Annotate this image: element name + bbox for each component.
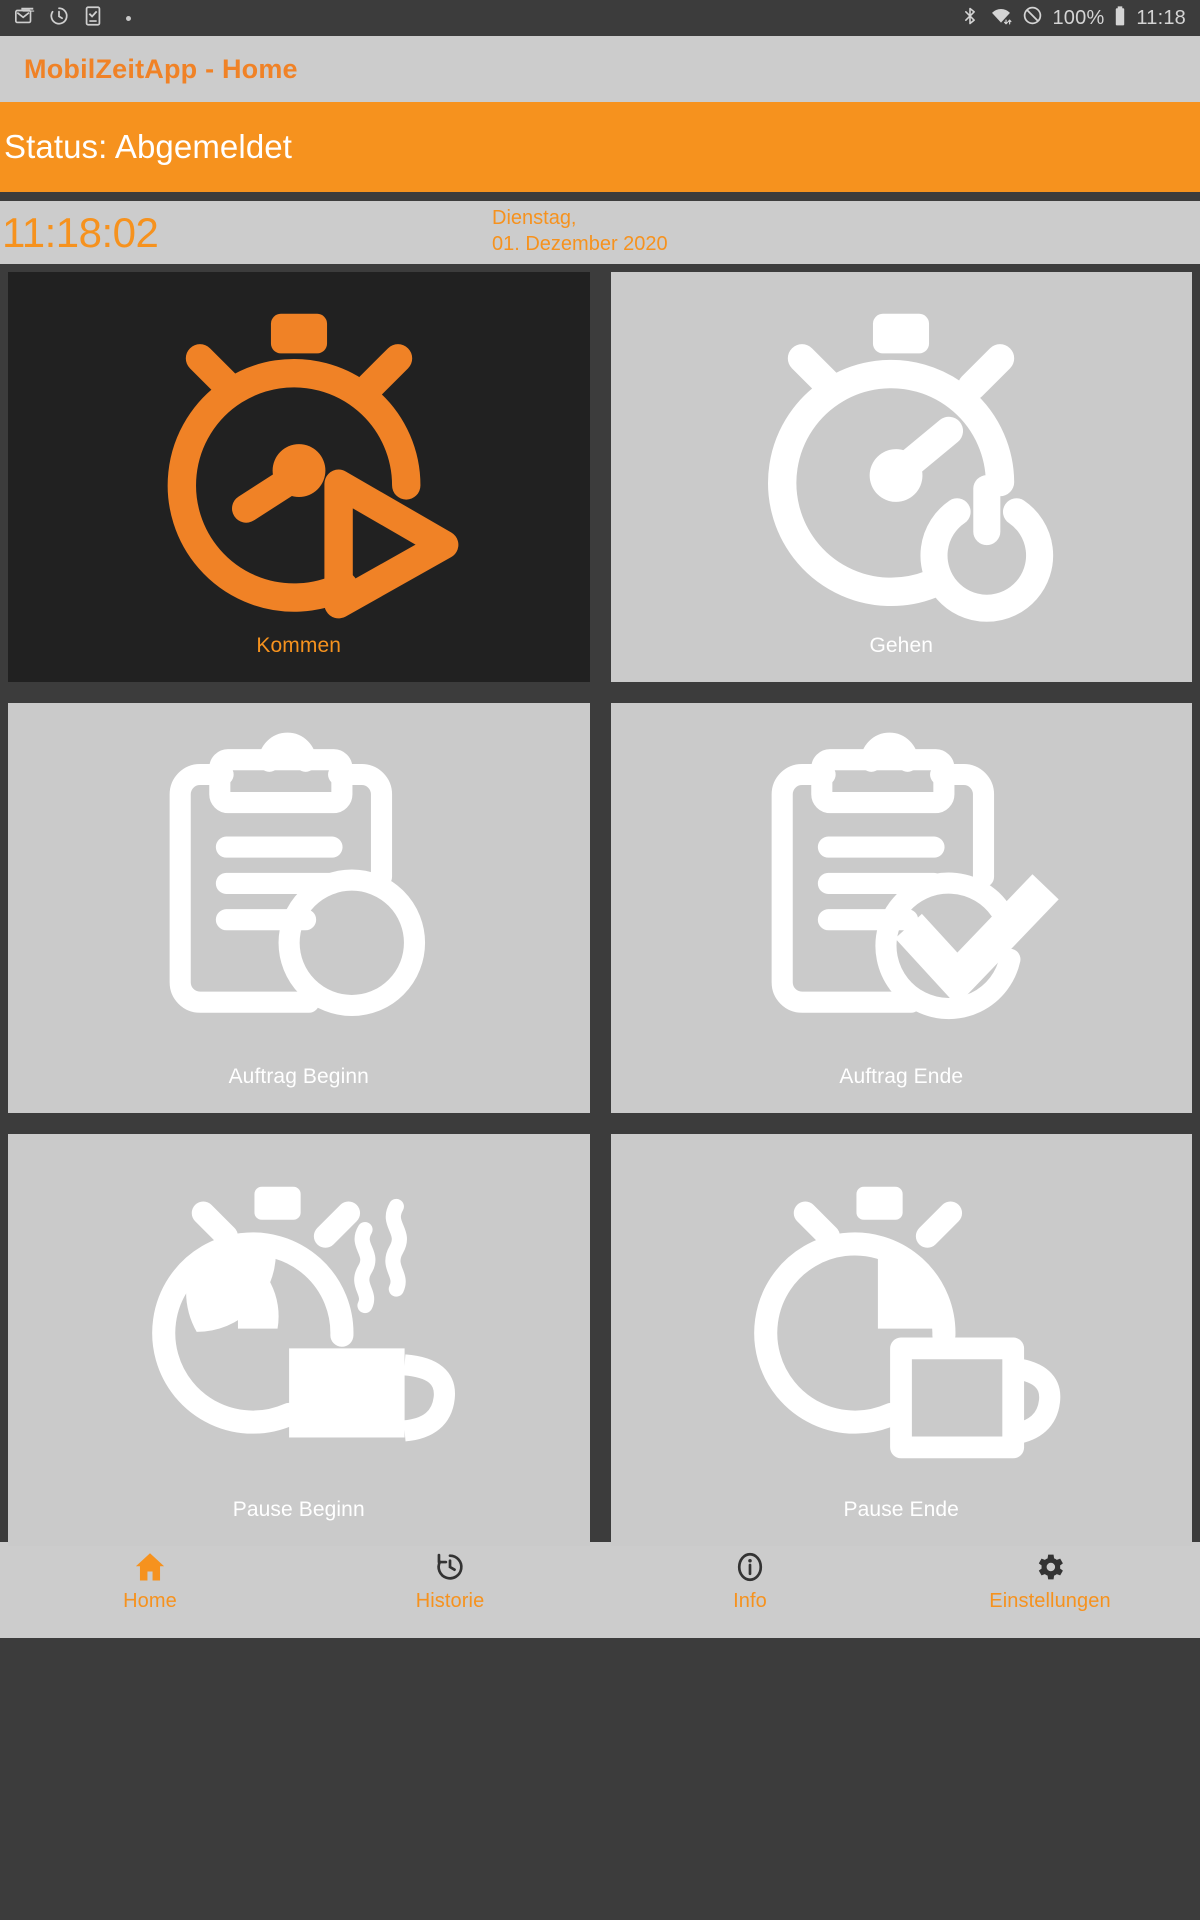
- tile-label: Pause Beginn: [232, 1498, 365, 1521]
- banner-divider: [0, 192, 1200, 201]
- nav-item-label: Info: [733, 1590, 767, 1612]
- tile-label: Auftrag Ende: [839, 1065, 964, 1088]
- notification-dot-icon: [126, 15, 131, 21]
- status-bar-right-icons: 100% 11:18: [960, 5, 1186, 32]
- page-title: MobilZeitApp - Home: [24, 53, 298, 84]
- current-date: Dienstag, 01. Dezember 2020: [492, 205, 668, 258]
- tile-auftrag-beginn[interactable]: Auftrag Beginn: [8, 703, 590, 1113]
- current-date-value: 01. Dezember 2020: [492, 233, 668, 256]
- nav-item-home[interactable]: Home: [0, 1548, 300, 1613]
- tile-pause-ende[interactable]: Pause Ende: [610, 1134, 1193, 1546]
- nav-item-info[interactable]: Info: [600, 1548, 900, 1613]
- current-weekday: Dienstag,: [492, 207, 577, 229]
- wifi-icon: [989, 5, 1013, 32]
- tile-label: Gehen: [869, 634, 934, 657]
- clock-empty-cup-icon: [611, 1134, 1193, 1498]
- battery-icon: [1113, 5, 1127, 32]
- clock-history-icon: [48, 5, 70, 32]
- mail-icon: [14, 5, 36, 32]
- tile-pause-beginn[interactable]: Pause Beginn: [8, 1134, 590, 1546]
- nav-item-label: Einstellungen: [989, 1590, 1111, 1612]
- battery-percent-label: 100%: [1052, 6, 1105, 29]
- alarm-clock-play-icon: [8, 272, 590, 634]
- action-tile-grid: Kommen Gehen Auftrag Beginn Auftrag Ende…: [0, 264, 1200, 1546]
- clock-hot-coffee-icon: [8, 1134, 590, 1498]
- tile-auftrag-ende[interactable]: Auftrag Ende: [610, 703, 1193, 1113]
- task-checkbox-icon: [82, 5, 104, 32]
- history-icon: [433, 1548, 467, 1586]
- app-title-bar: MobilZeitApp - Home: [0, 36, 1200, 102]
- gear-icon: [1033, 1548, 1067, 1586]
- nav-item-einstellungen[interactable]: Einstellungen: [900, 1548, 1200, 1613]
- clipboard-check-icon: [611, 703, 1193, 1065]
- nav-item-label: Home: [123, 1590, 177, 1612]
- tile-label: Auftrag Beginn: [228, 1065, 369, 1088]
- system-clock-label: 11:18: [1136, 6, 1186, 29]
- do-not-disturb-icon: [1022, 5, 1043, 31]
- home-icon: [132, 1548, 168, 1586]
- current-time: 11:18:02: [2, 208, 159, 256]
- clock-row: 11:18:02 Dienstag, 01. Dezember 2020: [0, 201, 1200, 264]
- tile-label: Pause Ende: [843, 1498, 959, 1521]
- status-text: Status: Abgemeldet: [4, 128, 292, 165]
- clipboard-circle-icon: [8, 703, 590, 1065]
- alarm-clock-power-icon: [611, 272, 1193, 634]
- nav-item-label: Historie: [415, 1590, 485, 1612]
- tile-kommen[interactable]: Kommen: [8, 272, 590, 682]
- nav-item-historie[interactable]: Historie: [300, 1548, 600, 1613]
- status-banner: Status: Abgemeldet: [0, 102, 1200, 192]
- bottom-navigation: Home Historie Info Einstellungen: [0, 1542, 1200, 1638]
- status-bar-left-icons: [14, 5, 131, 32]
- bluetooth-icon: [960, 5, 980, 32]
- system-status-bar: 100% 11:18: [0, 0, 1200, 36]
- tile-label: Kommen: [256, 634, 342, 657]
- info-icon: [733, 1548, 767, 1586]
- tile-gehen[interactable]: Gehen: [610, 272, 1193, 682]
